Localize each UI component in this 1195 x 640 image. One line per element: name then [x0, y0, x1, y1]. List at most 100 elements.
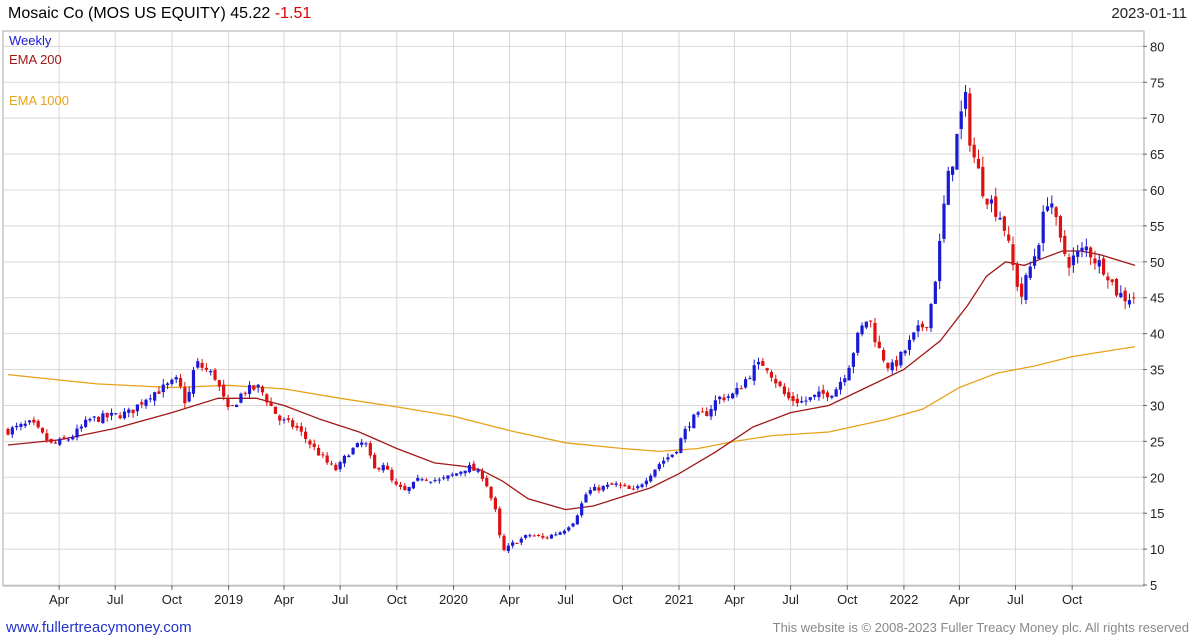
candle-body: [1097, 260, 1101, 267]
candle-body: [830, 395, 834, 398]
candle-body: [1015, 264, 1019, 287]
candle-body: [187, 391, 191, 402]
candle-body: [994, 196, 998, 217]
x-tick-label: 2021: [665, 592, 694, 607]
x-axis: Apr Jul Oct 2019 Apr Jul Oct 2020 Apr Jul Oct 2021 A…: [49, 585, 1083, 607]
candle-body: [765, 368, 769, 371]
candle-body: [597, 487, 601, 491]
candle-body: [1028, 266, 1032, 278]
candle-body: [118, 415, 122, 419]
candle-body: [955, 133, 959, 170]
candle-body: [493, 497, 498, 510]
candle-body: [916, 325, 920, 332]
candle-body: [84, 419, 88, 427]
x-tick-label: Oct: [612, 592, 633, 607]
candle-body: [856, 332, 860, 353]
y-tick-label: 80: [1150, 39, 1164, 54]
y-tick-label: 65: [1150, 147, 1164, 162]
candle-body: [532, 535, 536, 537]
candle-body: [329, 463, 334, 465]
candle-body: [62, 437, 66, 440]
candle-body: [433, 480, 437, 482]
candle-body: [321, 454, 325, 456]
candle-body: [731, 393, 735, 399]
candle-body: [847, 367, 851, 381]
y-tick-label: 45: [1150, 291, 1164, 306]
candle-body: [140, 402, 144, 405]
candle-body: [523, 535, 528, 538]
candle-body: [1076, 250, 1080, 257]
candle-body: [644, 480, 648, 485]
candle-body: [718, 396, 722, 400]
candle-body: [506, 545, 510, 552]
candle-body: [355, 443, 359, 448]
candle-body: [834, 389, 838, 397]
price-chart: 5 10 15 20 25 30 35 40 45 50 55 60 65 70 75 80 Apr Jul Oc…: [2, 30, 1164, 607]
candle-body: [808, 397, 812, 401]
candle-body: [748, 378, 752, 380]
candle-body: [519, 538, 523, 543]
candle-body: [278, 415, 282, 421]
x-tick-label: Jul: [107, 592, 124, 607]
candle-body: [662, 460, 666, 464]
candle-body: [769, 371, 774, 378]
x-tick-label: Apr: [724, 592, 745, 607]
candle-body: [925, 326, 929, 328]
candle-body: [696, 412, 700, 415]
candle-body: [787, 392, 791, 399]
x-tick-label: Jul: [332, 592, 349, 607]
candle-body: [312, 443, 316, 448]
candle-body: [390, 469, 394, 481]
candle-body: [476, 470, 480, 472]
candle-body: [951, 166, 955, 175]
candle-body: [981, 166, 985, 197]
candle-body: [1050, 203, 1054, 208]
candle-body: [260, 386, 265, 393]
candle-body: [946, 170, 950, 205]
candle-body: [886, 363, 890, 369]
candle-body: [920, 323, 925, 328]
candle-body: [998, 217, 1002, 220]
candle-body: [273, 406, 278, 414]
candle-body: [791, 396, 795, 402]
candle-body: [286, 418, 290, 420]
candle-body: [368, 443, 372, 456]
candle-body: [1123, 290, 1127, 302]
candle-body: [153, 392, 157, 401]
candle-body: [1045, 206, 1050, 211]
candle-body: [683, 428, 687, 440]
y-tick-label: 40: [1150, 327, 1164, 342]
candle-body: [515, 543, 519, 545]
candle-body: [575, 515, 579, 525]
candle-body: [394, 481, 398, 485]
y-tick-label: 55: [1150, 219, 1164, 234]
candle-body: [636, 486, 640, 489]
website-link[interactable]: www.fullertreacymoney.com: [6, 619, 192, 636]
candle-body: [972, 144, 976, 158]
candle-body: [968, 93, 972, 146]
candle-body: [424, 479, 428, 481]
candle-body: [40, 427, 45, 433]
candle-body: [1093, 258, 1097, 264]
candle-body: [373, 454, 377, 469]
candle-body: [657, 464, 661, 470]
candle-body: [45, 433, 49, 441]
candle-body: [437, 479, 441, 481]
candle-body: [226, 398, 230, 407]
candle-body: [894, 360, 899, 367]
candle-body: [420, 479, 424, 481]
candle-body: [1127, 300, 1132, 305]
candle-body: [342, 455, 347, 464]
candle-body: [623, 484, 627, 487]
candle-body: [347, 455, 351, 458]
candle-body: [722, 397, 726, 401]
candle-body: [364, 443, 368, 445]
candle-body: [541, 535, 545, 538]
candle-body: [536, 535, 541, 537]
candle-body: [381, 465, 385, 471]
candle-body: [804, 400, 808, 402]
candle-body: [739, 388, 743, 390]
candle-body: [19, 424, 23, 427]
candle-body: [614, 483, 618, 485]
candle-body: [756, 361, 761, 365]
